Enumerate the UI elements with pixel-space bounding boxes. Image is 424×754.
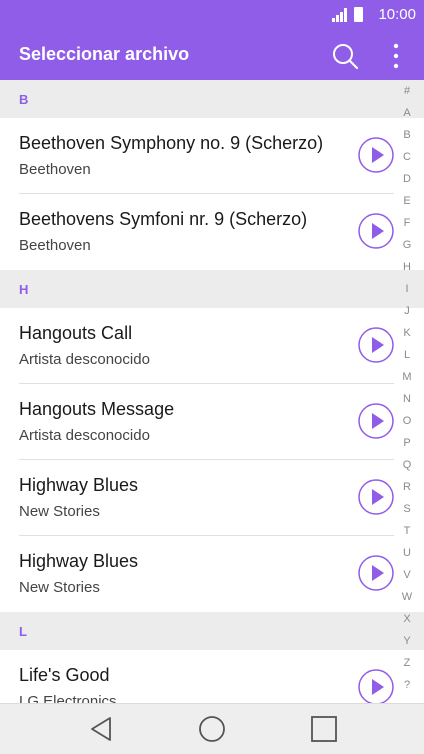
- item-title: Highway Blues: [19, 475, 139, 495]
- index-letter[interactable]: A: [394, 107, 420, 119]
- index-letter[interactable]: E: [394, 195, 420, 207]
- section-letter: L: [19, 624, 27, 639]
- battery-icon: [354, 7, 363, 22]
- index-letter[interactable]: #: [394, 85, 420, 97]
- play-icon[interactable]: [358, 555, 394, 591]
- index-letter[interactable]: G: [394, 239, 420, 251]
- index-letter[interactable]: Z: [394, 657, 420, 669]
- section-header-b: B: [0, 80, 424, 118]
- list-item[interactable]: Beethovens Symfoni nr. 9 (Scherzo) Beeth…: [0, 194, 424, 270]
- index-letter[interactable]: F: [394, 217, 420, 229]
- list-item[interactable]: Hangouts Call Artista desconocido: [0, 308, 424, 384]
- list-item[interactable]: Highway Blues New Stories: [0, 460, 424, 536]
- item-subtitle: Artista desconocido: [19, 351, 150, 368]
- item-subtitle: Beethoven: [19, 161, 91, 178]
- index-letter[interactable]: T: [394, 525, 420, 537]
- index-letter[interactable]: K: [394, 327, 420, 339]
- item-title: Hangouts Call: [19, 323, 133, 343]
- list-item[interactable]: Hangouts Message Artista desconocido: [0, 384, 424, 460]
- section-header-l: L: [0, 612, 424, 650]
- alphabet-index[interactable]: # A B C D E F G H I J K L M N O P Q R S T U V W X Y Z?: [394, 80, 420, 703]
- play-icon[interactable]: [358, 213, 394, 249]
- index-letter[interactable]: X: [394, 613, 420, 625]
- index-letter[interactable]: O: [394, 415, 420, 427]
- search-icon[interactable]: [330, 41, 360, 71]
- item-subtitle: New Stories: [19, 503, 100, 520]
- index-letter[interactable]: D: [394, 173, 420, 185]
- index-letter[interactable]: S: [394, 503, 420, 515]
- play-icon[interactable]: [358, 403, 394, 439]
- play-icon[interactable]: [358, 327, 394, 363]
- file-list: B Beethoven Symphony no. 9 (Scherzo) Bee…: [0, 80, 424, 703]
- item-subtitle: New Stories: [19, 579, 100, 596]
- index-letter[interactable]: J: [394, 305, 420, 317]
- item-subtitle: Artista desconocido: [19, 427, 150, 444]
- play-icon[interactable]: [358, 669, 394, 703]
- item-title: Highway Blues: [19, 551, 139, 571]
- index-letter[interactable]: N: [394, 393, 420, 405]
- index-letter[interactable]: I: [394, 283, 420, 295]
- item-title: Beethovens Symfoni nr. 9 (Scherzo): [19, 209, 308, 229]
- home-icon[interactable]: [197, 714, 227, 744]
- item-subtitle: LG Electronics: [19, 693, 117, 703]
- recents-icon[interactable]: [309, 714, 339, 744]
- list-item[interactable]: Life's Good LG Electronics: [0, 650, 424, 703]
- item-title: Hangouts Message: [19, 399, 175, 419]
- item-title: Beethoven Symphony no. 9 (Scherzo): [19, 133, 324, 153]
- index-letter[interactable]: H: [394, 261, 420, 273]
- index-letter[interactable]: P: [394, 437, 420, 449]
- index-letter[interactable]: V: [394, 569, 420, 581]
- section-letter: B: [19, 92, 29, 107]
- list-item[interactable]: Highway Blues New Stories: [0, 536, 424, 612]
- back-icon[interactable]: [86, 714, 116, 744]
- play-icon[interactable]: [358, 137, 394, 173]
- item-title: Life's Good: [19, 665, 110, 685]
- app-bar: Seleccionar archivo: [0, 30, 424, 80]
- index-letter[interactable]: U: [394, 547, 420, 559]
- section-header-h: H: [0, 270, 424, 308]
- index-letter[interactable]: W: [394, 591, 420, 603]
- nav-bar: [0, 703, 424, 754]
- more-vert-icon[interactable]: [386, 41, 406, 71]
- signal-icon: [332, 8, 347, 22]
- item-subtitle: Beethoven: [19, 237, 91, 254]
- section-letter: H: [19, 282, 29, 297]
- status-time: 10:00: [378, 6, 416, 23]
- index-letter[interactable]: Y: [394, 635, 420, 647]
- index-letter[interactable]: R: [394, 481, 420, 493]
- index-letter[interactable]: ?: [394, 679, 420, 691]
- page-title: Seleccionar archivo: [19, 44, 190, 64]
- list-item[interactable]: Beethoven Symphony no. 9 (Scherzo) Beeth…: [0, 118, 424, 194]
- index-letter[interactable]: B: [394, 129, 420, 141]
- index-letter[interactable]: M: [394, 371, 420, 383]
- status-bar: 10:00: [0, 0, 424, 30]
- index-letter[interactable]: L: [394, 349, 420, 361]
- index-letter[interactable]: C: [394, 151, 420, 163]
- index-letter[interactable]: Q: [394, 459, 420, 471]
- play-icon[interactable]: [358, 479, 394, 515]
